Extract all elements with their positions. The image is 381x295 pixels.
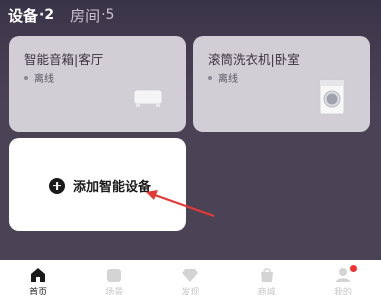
tab-devices[interactable]: 设备 ·2 [8,5,54,26]
status-dot [24,75,28,80]
nav-item-discover[interactable]: 发现 [160,266,220,295]
device-status: 离线 [24,70,54,85]
scene-icon [107,269,122,282]
device-status-label: 离线 [34,74,54,85]
device-card-washing-machine[interactable]: 滚筒洗衣机|卧室 离线 [193,36,370,132]
plus-circle-icon [49,177,65,194]
nav-label: 场景 [105,288,124,295]
tab-rooms-count: ·5 [101,7,115,23]
device-card-smart-speaker[interactable]: 智能音箱|客厅 离线 [9,36,186,132]
speaker-icon [133,89,163,107]
nav-label: 发现 [181,288,200,295]
tab-rooms-label: 房间 [70,6,101,25]
status-dot [208,75,212,80]
nav-label: 首页 [29,288,48,295]
device-name: 智能音箱|客厅 [24,52,104,67]
tab-devices-label: 设备 [8,6,39,25]
nav-item-home[interactable]: 首页 [8,266,68,295]
diamond-icon [182,269,199,282]
home-icon [31,268,46,282]
nav-label: 商城 [257,288,276,295]
tab-rooms[interactable]: 房间 ·5 [70,5,114,26]
device-status-label: 离线 [218,74,238,85]
nav-item-mall[interactable]: 商城 [237,266,297,295]
tab-devices-count: ·2 [39,7,55,23]
bottom-nav: 首页 场景 发现 商城 我的 [0,260,381,295]
add-device-button[interactable]: 添加智能设备 [49,176,151,195]
shopping-bag-icon [260,268,273,282]
device-name: 滚筒洗衣机|卧室 [208,52,300,67]
device-status: 离线 [208,70,238,85]
nav-label: 我的 [333,288,352,295]
nav-item-profile[interactable]: 我的 [313,265,373,295]
nav-item-scene[interactable]: 场景 [84,266,144,295]
top-tabs: 设备 ·2 房间 ·5 [8,4,114,26]
annotation-arrow-icon [146,190,215,218]
washing-machine-icon [319,79,345,115]
notification-badge [349,265,357,272]
